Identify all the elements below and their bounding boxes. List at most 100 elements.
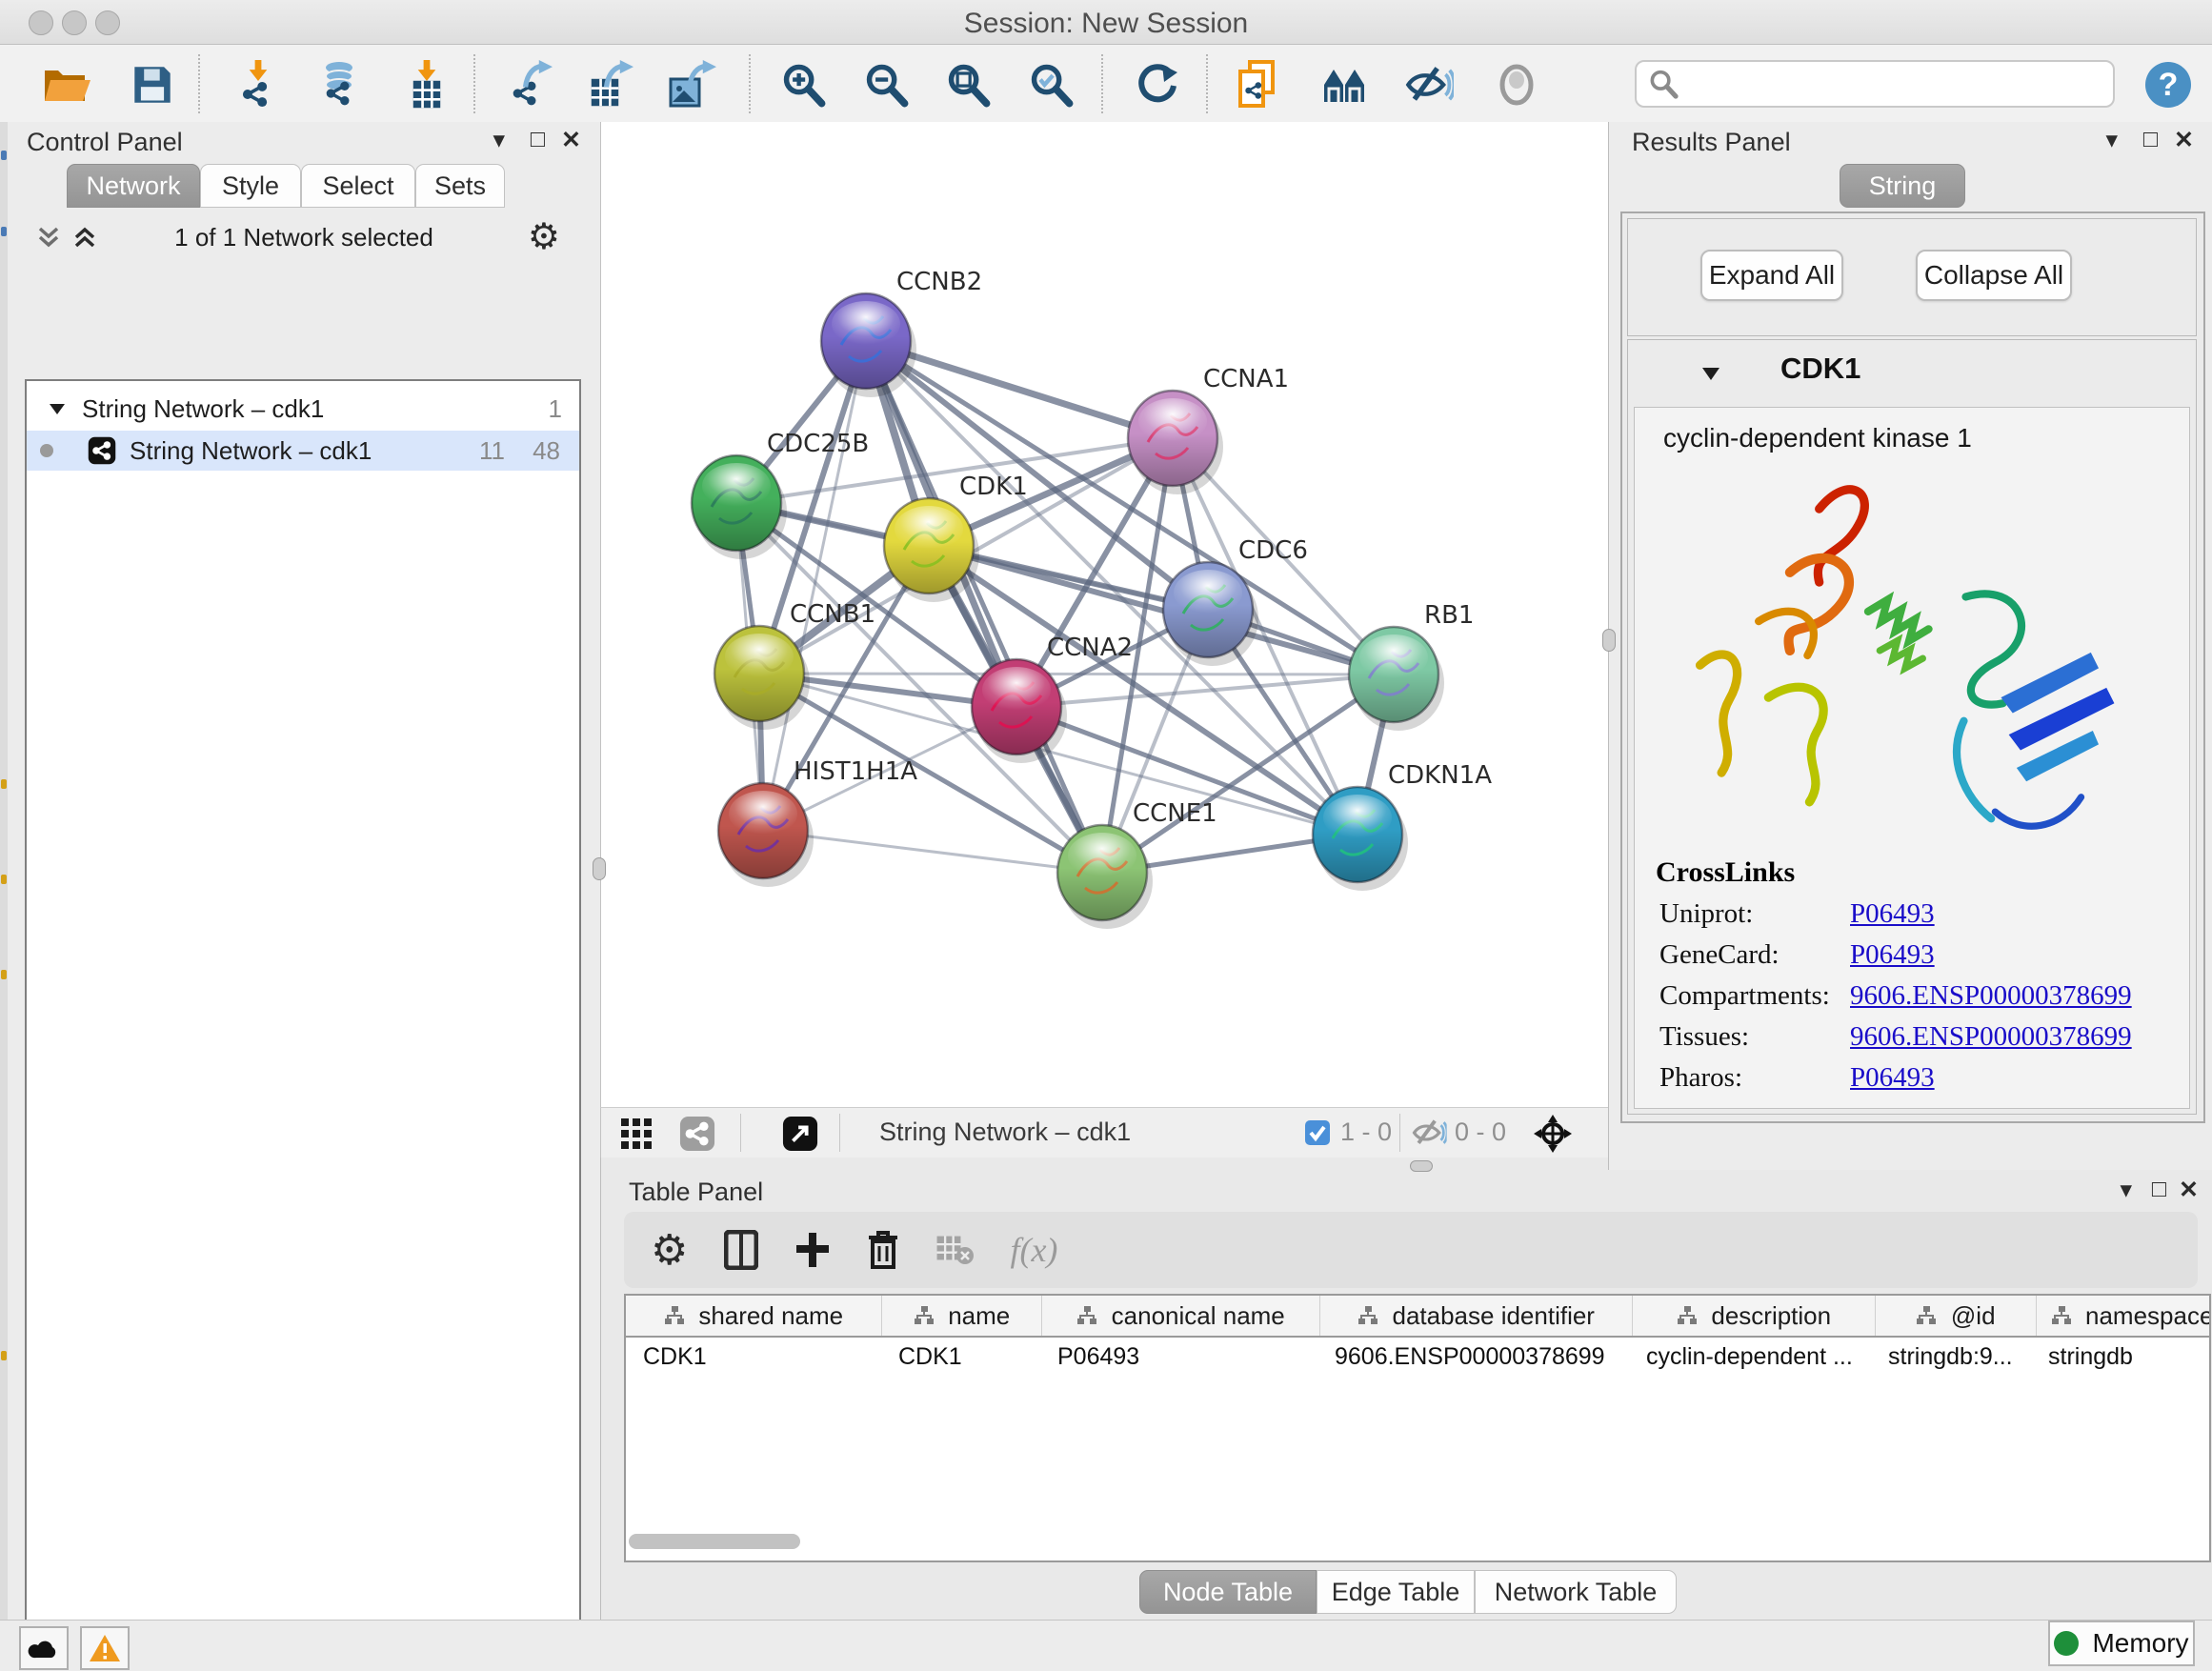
show-all-button[interactable] xyxy=(1490,58,1543,111)
table-cell[interactable]: 9606.ENSP00000378699 xyxy=(1317,1338,1629,1376)
crosslink-link[interactable]: 9606.ENSP00000378699 xyxy=(1850,980,2132,1011)
network-edge[interactable] xyxy=(763,831,1102,873)
network-node-CDC25B[interactable]: CDC25B xyxy=(692,430,869,559)
table-cell[interactable]: stringdb xyxy=(2031,1338,2211,1376)
export-image-button[interactable] xyxy=(665,58,718,111)
tab-sets[interactable]: Sets xyxy=(415,164,505,208)
create-column-icon[interactable] xyxy=(794,1231,831,1269)
network-collection-row[interactable]: String Network – cdk1 1 xyxy=(27,389,579,429)
crosslink-link[interactable]: P06493 xyxy=(1850,1062,1935,1093)
maximize-panel-icon[interactable]: □ xyxy=(531,126,545,153)
network-app-icon xyxy=(88,436,116,465)
table-cell[interactable]: P06493 xyxy=(1040,1338,1317,1376)
export-network-button[interactable] xyxy=(503,58,556,111)
splitter-handle[interactable] xyxy=(1410,1160,1433,1172)
search-input[interactable] xyxy=(1686,69,2113,100)
scrollbar-thumb[interactable] xyxy=(629,1534,800,1549)
save-session-button[interactable] xyxy=(126,58,179,111)
maximize-panel-icon[interactable]: □ xyxy=(2152,1176,2166,1203)
column-header-canonical-name[interactable]: canonical name xyxy=(1042,1296,1320,1336)
tab-network[interactable]: Network xyxy=(67,164,200,208)
network-node-HIST1H1A[interactable]: HIST1H1A xyxy=(718,757,917,887)
panel-settings-gear-icon[interactable]: ⚙ xyxy=(528,215,560,258)
network-canvas[interactable]: CCNB2CCNA1CDC25BCDK1CDC6RB1CCNB1CCNA2CDK… xyxy=(600,122,1609,1107)
column-header-database-identifier[interactable]: database identifier xyxy=(1320,1296,1633,1336)
network-node-CCNE1[interactable]: CCNE1 xyxy=(1057,799,1217,929)
splitter-handle[interactable] xyxy=(593,857,606,880)
collapse-all-button[interactable]: Collapse All xyxy=(1916,250,2072,301)
column-header-@id[interactable]: @id xyxy=(1876,1296,2037,1336)
network-edge[interactable] xyxy=(866,341,1102,873)
network-node-RB1[interactable]: RB1 xyxy=(1349,601,1474,731)
horizontal-scrollbar[interactable] xyxy=(629,1534,2201,1551)
crosslink-link[interactable]: 9606.ENSP00000378699 xyxy=(1850,1021,2132,1052)
network-node-CDKN1A[interactable]: CDKN1A xyxy=(1313,761,1492,891)
import-network-database-button[interactable] xyxy=(312,58,366,111)
memory-button[interactable]: Memory xyxy=(2048,1621,2195,1666)
network-overview-button[interactable] xyxy=(1320,58,1374,111)
section-collapse-triangle-icon[interactable] xyxy=(1700,365,1721,382)
float-panel-icon[interactable]: ▾ xyxy=(2120,1176,2132,1204)
zoom-selected-button[interactable] xyxy=(1024,58,1077,111)
splitter-handle[interactable] xyxy=(1602,629,1616,652)
toolbar-separator xyxy=(198,54,200,113)
collapse-triangle-icon[interactable] xyxy=(48,401,67,416)
crosslink-link[interactable]: P06493 xyxy=(1850,939,1935,970)
tab-select[interactable]: Select xyxy=(301,164,415,208)
column-header-namespace[interactable]: namespace xyxy=(2037,1296,2211,1336)
network-node-CCNB1[interactable]: CCNB1 xyxy=(714,600,875,730)
close-panel-icon[interactable]: ✕ xyxy=(2179,1176,2199,1204)
column-header-name[interactable]: name xyxy=(882,1296,1042,1336)
maximize-panel-icon[interactable]: □ xyxy=(2143,126,2158,153)
toolbar-separator xyxy=(749,54,751,113)
import-network-file-button[interactable] xyxy=(231,58,284,111)
import-table-button[interactable] xyxy=(400,58,453,111)
close-panel-icon[interactable]: ✕ xyxy=(561,126,581,154)
table-cell[interactable]: CDK1 xyxy=(626,1338,881,1376)
tab-string[interactable]: String xyxy=(1840,164,1965,208)
tab-node-table[interactable]: Node Table xyxy=(1139,1570,1317,1614)
table-row[interactable]: CDK1CDK1P064939606.ENSP00000378699cyclin… xyxy=(626,1338,2209,1376)
open-in-browser-icon[interactable] xyxy=(782,1116,818,1152)
tab-edge-table[interactable]: Edge Table xyxy=(1317,1570,1475,1614)
network-row-selected[interactable]: String Network – cdk1 11 48 xyxy=(27,431,579,471)
show-columns-icon[interactable] xyxy=(724,1230,758,1270)
zoom-fit-button[interactable] xyxy=(941,58,995,111)
column-header-description[interactable]: description xyxy=(1633,1296,1876,1336)
zoom-out-button[interactable] xyxy=(859,58,913,111)
column-header-shared-name[interactable]: shared name xyxy=(626,1296,882,1336)
warning-icon xyxy=(89,1634,121,1662)
warnings-button[interactable] xyxy=(80,1626,130,1670)
toolbar-separator xyxy=(473,54,475,113)
float-panel-icon[interactable]: ▾ xyxy=(2105,126,2118,154)
help-button[interactable]: ? xyxy=(2142,58,2195,111)
duplicate-network-button[interactable] xyxy=(1235,58,1288,111)
selected-checkbox-icon[interactable] xyxy=(1304,1119,1331,1146)
table-cell[interactable]: cyclin-dependent ... xyxy=(1629,1338,1871,1376)
network-node-CCNB2[interactable]: CCNB2 xyxy=(821,268,982,397)
float-panel-icon[interactable]: ▾ xyxy=(493,126,505,154)
network-chip-icon[interactable] xyxy=(679,1116,715,1152)
close-panel-icon[interactable]: ✕ xyxy=(2174,126,2194,154)
network-node-CDK1[interactable]: CDK1 xyxy=(884,473,1028,602)
delete-column-trash-icon[interactable] xyxy=(867,1230,899,1270)
crosslink-link[interactable]: P06493 xyxy=(1850,898,1935,929)
table-settings-gear-icon[interactable]: ⚙ xyxy=(651,1226,688,1275)
expand-all-button[interactable]: Expand All xyxy=(1700,250,1843,301)
tab-style[interactable]: Style xyxy=(200,164,301,208)
open-session-button[interactable] xyxy=(40,58,93,111)
apply-layout-button[interactable] xyxy=(1131,58,1184,111)
zoom-in-button[interactable] xyxy=(776,58,830,111)
table-cell[interactable]: CDK1 xyxy=(881,1338,1040,1376)
hidden-counts: 0 - 0 xyxy=(1455,1117,1506,1147)
tab-network-table[interactable]: Network Table xyxy=(1475,1570,1677,1614)
hidden-eye-slash-icon[interactable] xyxy=(1411,1119,1447,1146)
function-builder-icon: f(x) xyxy=(1010,1230,1057,1270)
cloud-button[interactable] xyxy=(19,1626,69,1670)
hide-selected-button[interactable] xyxy=(1402,58,1456,111)
export-table-button[interactable] xyxy=(584,58,637,111)
network-node-CCNA1[interactable]: CCNA1 xyxy=(1128,365,1289,494)
fit-content-crosshair-icon[interactable] xyxy=(1533,1114,1573,1154)
birds-eye-view-icon[interactable] xyxy=(620,1117,653,1150)
table-cell[interactable]: stringdb:9... xyxy=(1871,1338,2031,1376)
